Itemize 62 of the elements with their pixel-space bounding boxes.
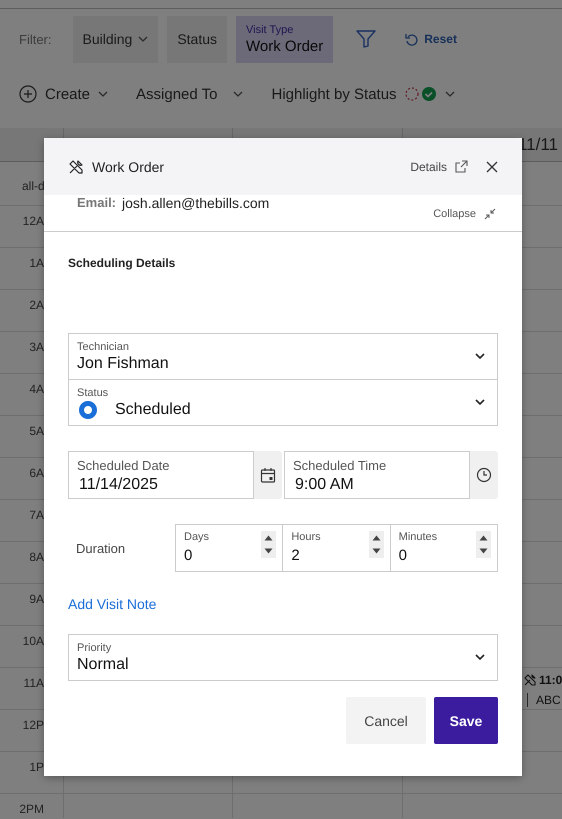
filter-chip[interactable]: Building: [72, 16, 158, 62]
hour-label: 10A: [22, 634, 44, 650]
status-icons: [404, 86, 437, 102]
highlight-status-dropdown[interactable]: Highlight by Status: [271, 86, 455, 102]
collapse-icon: [484, 208, 496, 220]
day-header: 11/11: [518, 135, 558, 155]
status-select[interactable]: Status Scheduled: [68, 379, 498, 426]
details-link[interactable]: Details: [410, 160, 468, 174]
chevron-down-icon: [138, 36, 148, 42]
tools-icon: [524, 674, 536, 686]
priority-select[interactable]: Priority Normal: [68, 634, 498, 681]
date-picker-button[interactable]: [254, 451, 282, 499]
hour-label: 7A: [29, 508, 44, 524]
plus-circle-icon: [19, 85, 37, 103]
hour-label: 2A: [29, 298, 44, 314]
technician-select[interactable]: Technician Jon Fishman: [68, 333, 498, 380]
hour-label: 2PM: [19, 802, 44, 818]
filter-icon[interactable]: [356, 30, 376, 48]
cancel-button[interactable]: Cancel: [346, 697, 426, 744]
assigned-to-dropdown[interactable]: Assigned To: [136, 86, 244, 102]
add-visit-note-link[interactable]: Add Visit Note: [68, 596, 156, 612]
hour-label: 5A: [29, 424, 44, 440]
close-button[interactable]: [486, 160, 498, 172]
filter-label: Filter:: [19, 32, 52, 46]
chevron-down-icon: [475, 399, 485, 406]
chevron-down-icon: [475, 654, 485, 661]
filter-chip[interactable]: Status: [167, 16, 228, 62]
all-day-label: all-d: [22, 179, 45, 195]
hour-label: 12A: [22, 214, 44, 230]
hour-label: 8A: [29, 550, 44, 566]
hour-label: 1A: [29, 256, 44, 272]
tools-icon: [68, 158, 84, 174]
hour-label: 4A: [29, 382, 44, 398]
clock-icon: [476, 467, 492, 483]
event-time: 11:0: [539, 673, 562, 687]
hour-label: 11A: [24, 676, 44, 692]
close-icon: [486, 160, 498, 172]
chevron-down-icon: [98, 91, 108, 97]
email-value: josh.allen@thebills.com: [122, 195, 270, 211]
save-button[interactable]: Save: [434, 697, 498, 744]
chevron-down-icon: [444, 91, 455, 97]
event-title: ABC: [536, 693, 561, 707]
date-field[interactable]: Scheduled Date 11/14/2025: [68, 451, 254, 499]
hour-label: 12P: [22, 718, 44, 734]
reset-icon: [405, 32, 418, 46]
collapse-button[interactable]: Collapse: [427, 207, 502, 221]
duration-label: Duration: [75, 540, 126, 556]
chevron-down-icon: [475, 353, 485, 360]
calendar-icon: [260, 467, 276, 483]
time-picker-button[interactable]: [470, 451, 498, 499]
hour-label: 6A: [29, 466, 44, 482]
external-link-icon: [455, 160, 468, 173]
chevron-down-icon: [233, 91, 244, 97]
section-title: Scheduling Details: [68, 256, 176, 270]
modal-title: Work Order: [92, 158, 166, 174]
email-label: Email:: [77, 195, 116, 210]
time-field[interactable]: Scheduled Time 9:00 AM: [284, 451, 470, 499]
hour-label: 1P: [29, 760, 44, 776]
hour-label: 9A: [29, 592, 44, 608]
filter-chip[interactable]: Visit Type Work Order: [236, 16, 334, 62]
hour-label: 3A: [29, 340, 44, 356]
create-button[interactable]: Create: [19, 85, 108, 103]
